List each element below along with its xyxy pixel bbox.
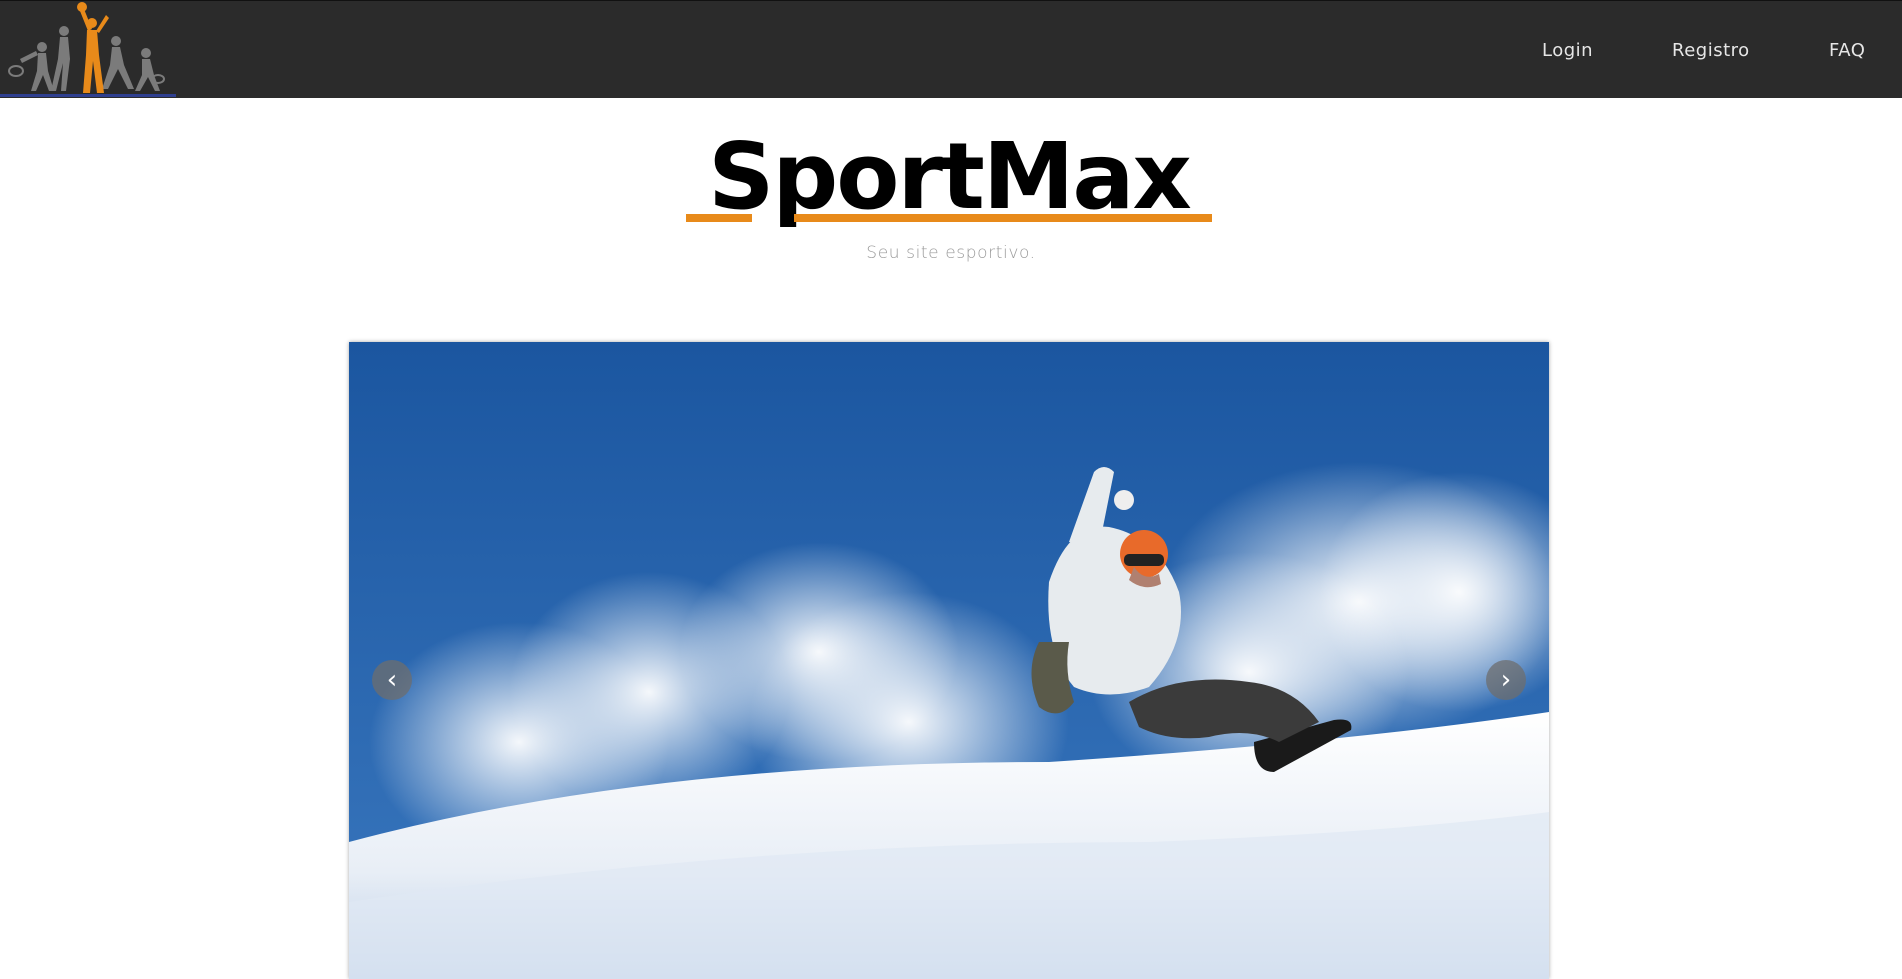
nav-login-link[interactable]: Login: [1542, 40, 1593, 61]
carousel-prev-button[interactable]: ‹: [372, 660, 412, 700]
carousel-next-button[interactable]: ›: [1486, 660, 1526, 700]
logo-underline: [0, 94, 176, 97]
brand-underline-left: [686, 214, 752, 222]
image-carousel[interactable]: ‹ ›: [349, 342, 1549, 979]
nav-faq-link[interactable]: FAQ: [1829, 40, 1865, 61]
brand-wordmark: SportMax: [686, 136, 1212, 228]
nav-registro-link[interactable]: Registro: [1672, 40, 1750, 61]
brand-tagline: Seu site esportivo.: [866, 243, 1036, 263]
brand-underline-right: [794, 214, 1212, 222]
snowboarder-slide-image: [349, 342, 1549, 979]
top-navbar: Login Registro FAQ: [0, 0, 1902, 98]
athletes-logo-icon[interactable]: [0, 1, 176, 97]
